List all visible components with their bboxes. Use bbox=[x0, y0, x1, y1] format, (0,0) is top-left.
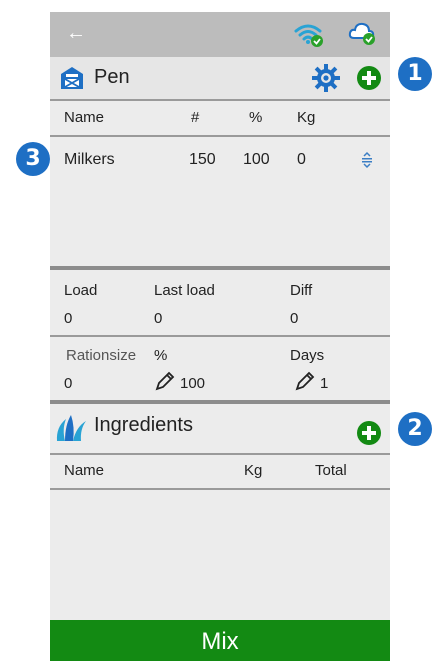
pencil-icon bbox=[155, 371, 175, 391]
pen-header: Pen bbox=[50, 57, 390, 101]
pen-column-header: Name # % Kg bbox=[50, 101, 390, 137]
load-label: Load bbox=[64, 282, 98, 299]
pen-row-kg: 0 bbox=[297, 151, 306, 168]
column-kg: Kg bbox=[244, 462, 263, 479]
divider bbox=[50, 266, 390, 270]
add-pen-button[interactable] bbox=[356, 65, 382, 96]
ingredients-title: Ingredients bbox=[94, 414, 193, 436]
percent-value: 100 bbox=[180, 375, 206, 392]
gear-icon[interactable] bbox=[311, 63, 341, 98]
callout-badge-1: 1 bbox=[398, 57, 432, 91]
divider bbox=[50, 335, 390, 337]
last-load-value: 0 bbox=[154, 310, 163, 327]
diff-value: 0 bbox=[290, 310, 299, 327]
pen-row-count: 150 bbox=[189, 151, 216, 168]
column-name: Name bbox=[64, 109, 105, 126]
back-arrow-icon[interactable]: ← bbox=[66, 21, 86, 45]
pen-title: Pen bbox=[94, 66, 130, 88]
column-count: # bbox=[191, 109, 200, 126]
cloud-icon bbox=[348, 20, 378, 51]
mix-button[interactable]: Mix bbox=[50, 620, 390, 661]
last-load-label: Last load bbox=[154, 282, 215, 299]
diff-label: Diff bbox=[290, 282, 313, 299]
load-value: 0 bbox=[64, 310, 73, 327]
ingredients-header: Ingredients bbox=[50, 404, 390, 452]
column-name: Name bbox=[64, 462, 105, 479]
rationsize-value: 0 bbox=[64, 375, 73, 392]
drag-handle-icon[interactable] bbox=[360, 151, 374, 172]
app-screen: ← Pen Name # % Kg Milkers 150 100 0 Load… bbox=[50, 12, 390, 661]
add-ingredient-button[interactable] bbox=[356, 420, 382, 451]
pen-row-name: Milkers bbox=[64, 151, 115, 168]
pen-icon bbox=[58, 64, 86, 97]
grass-icon bbox=[54, 413, 88, 448]
callout-badge-3: 3 bbox=[16, 142, 50, 176]
wifi-icon bbox=[294, 22, 324, 53]
days-value: 1 bbox=[320, 375, 329, 392]
pen-row-percent: 100 bbox=[243, 151, 270, 168]
ingredients-column-header: Name Kg Total bbox=[50, 454, 390, 490]
callout-badge-2: 2 bbox=[398, 412, 432, 446]
days-label: Days bbox=[290, 347, 325, 364]
percent-label: % bbox=[154, 347, 168, 364]
pen-row[interactable]: Milkers 150 100 0 bbox=[50, 151, 390, 173]
rationsize-label: Rationsize bbox=[66, 347, 137, 364]
column-percent: % bbox=[249, 109, 263, 126]
top-bar: ← bbox=[50, 12, 390, 57]
column-kg: Kg bbox=[297, 109, 316, 126]
pen-list: Milkers 150 100 0 bbox=[50, 137, 390, 265]
pencil-icon bbox=[295, 371, 315, 391]
column-total: Total bbox=[315, 462, 347, 479]
